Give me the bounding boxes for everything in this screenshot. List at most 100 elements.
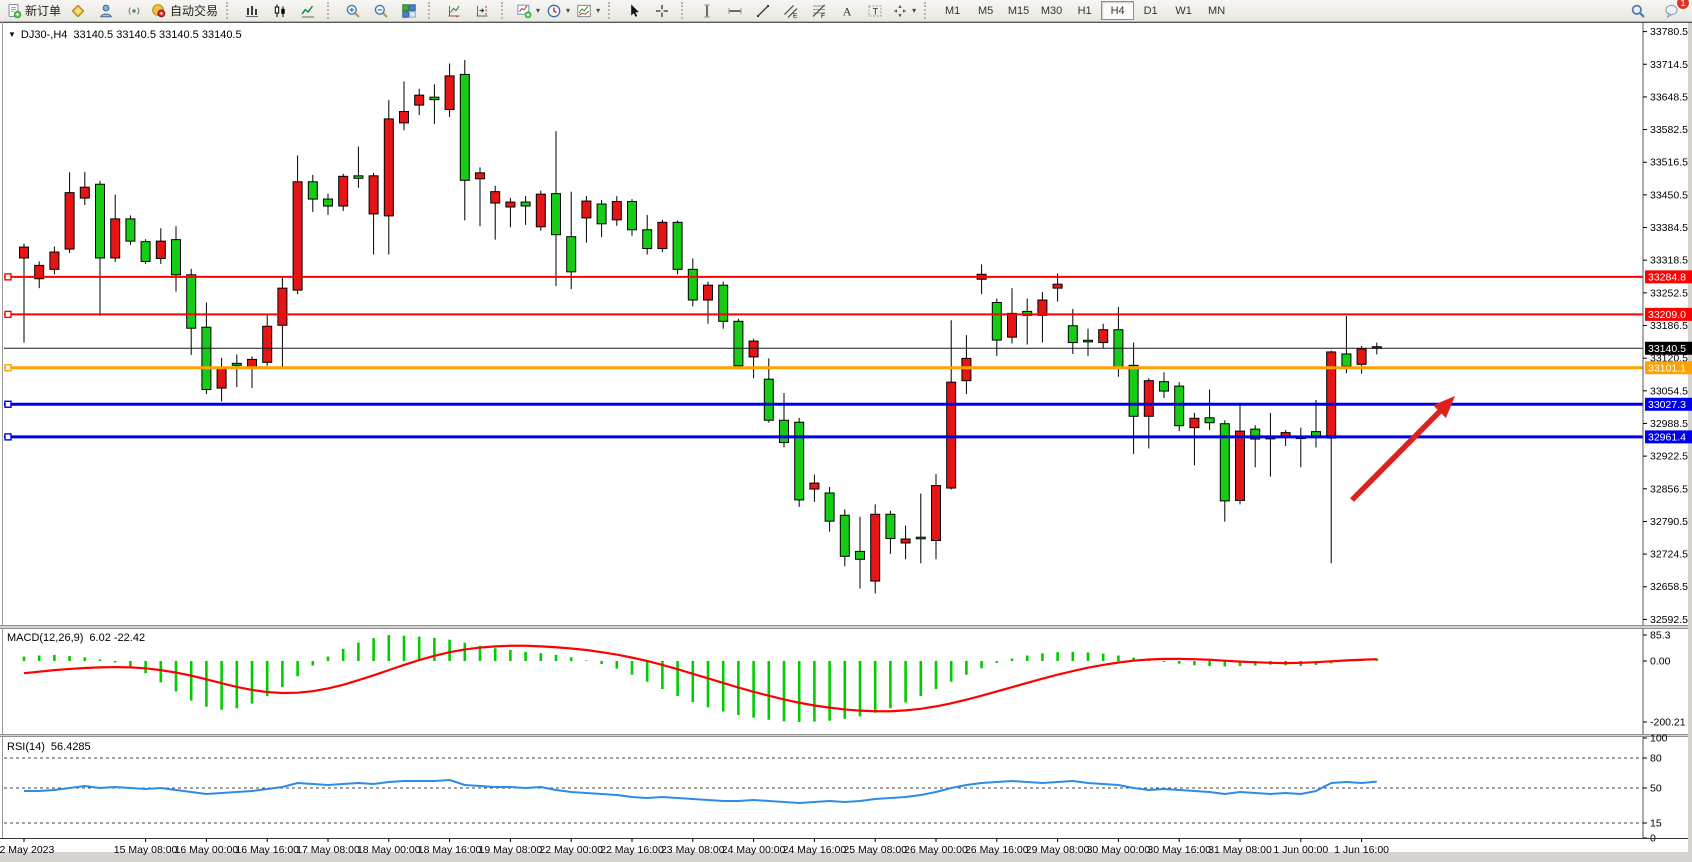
template-button[interactable]: ▾ [573, 0, 603, 21]
timeframe-w1-button[interactable]: W1 [1167, 1, 1200, 20]
notification-badge: 1 [1676, 0, 1690, 10]
hline-button[interactable] [721, 0, 749, 21]
signals-button[interactable] [120, 0, 148, 21]
timeframe-m5-button[interactable]: M5 [969, 1, 1002, 20]
candle-chart-button[interactable] [266, 0, 294, 21]
vline-icon [699, 3, 715, 19]
time-axis-label: 19 May 08:00 [479, 844, 543, 856]
price-axis-label: 33648.5 [1650, 91, 1688, 103]
dropdown-caret-icon[interactable]: ▾ [566, 6, 570, 15]
dropdown-caret-icon[interactable]: ▾ [912, 6, 916, 15]
time-axis-label: 31 May 08:00 [1208, 844, 1272, 856]
candle [901, 539, 910, 543]
rsi-name: RSI(14) [7, 741, 45, 753]
arrows-button[interactable]: ▾ [889, 0, 919, 21]
crosshair-button[interactable] [648, 0, 676, 21]
period-button[interactable]: ▾ [543, 0, 573, 21]
line-anchor-marker[interactable] [5, 365, 11, 371]
candle [460, 74, 469, 180]
newchart-icon [516, 3, 532, 19]
candle [1068, 326, 1077, 343]
macd-axis-label: 0.00 [1650, 655, 1671, 667]
collapse-icon[interactable]: ▼ [8, 30, 16, 39]
time-axis-label: 17 May 08:00 [296, 844, 360, 856]
time-axis-label: 16 May 16:00 [235, 844, 299, 856]
auto-scroll-button[interactable] [440, 0, 468, 21]
chart-window[interactable]: 33780.533714.533648.533582.533516.533450… [0, 22, 1692, 862]
candle [1038, 300, 1047, 315]
time-axis-label: 30 May 16:00 [1147, 844, 1211, 856]
line-anchor-marker[interactable] [5, 311, 11, 317]
bar-chart-button[interactable] [238, 0, 266, 21]
time-axis-label: 18 May 16:00 [418, 844, 482, 856]
timeframe-m15-button[interactable]: M15 [1002, 1, 1035, 20]
search-icon [1630, 3, 1646, 19]
svg-text:E: E [793, 12, 798, 19]
doc-plus-icon [6, 3, 22, 19]
candle [263, 326, 272, 362]
line-chart-button[interactable] [294, 0, 322, 21]
candle [80, 187, 89, 198]
timeframe-h4-button[interactable]: H4 [1101, 1, 1134, 20]
timeframe-h1-button[interactable]: H1 [1068, 1, 1101, 20]
candle [658, 222, 667, 248]
zoom-out-button[interactable] [367, 0, 395, 21]
dropdown-caret-icon[interactable]: ▾ [536, 6, 540, 15]
text-button[interactable]: A [833, 0, 861, 21]
candle [871, 514, 880, 581]
label-button[interactable]: T [861, 0, 889, 21]
time-axis-label: 24 May 16:00 [783, 844, 847, 856]
new-order-button[interactable]: 新订单 [3, 0, 64, 21]
time-axis-label: 15 May 08:00 [114, 844, 178, 856]
price-tag-label: 33284.8 [1648, 271, 1686, 283]
candle [1190, 418, 1199, 427]
person-icon [98, 3, 114, 19]
timeframe-d1-button[interactable]: D1 [1134, 1, 1167, 20]
vline-button[interactable] [693, 0, 721, 21]
line-anchor-marker[interactable] [5, 401, 11, 407]
toolbar-group: ▾ ▾ ▾ [510, 0, 606, 21]
candle [65, 193, 74, 249]
zoom-in-button[interactable] [339, 0, 367, 21]
time-axis-label: 25 May 08:00 [843, 844, 907, 856]
candle [1053, 284, 1062, 288]
candle [1160, 382, 1169, 391]
chat-button[interactable]: 1 [1658, 0, 1686, 21]
candle [932, 486, 941, 541]
timeframe-mn-button[interactable]: MN [1200, 1, 1233, 20]
chart-canvas[interactable]: 33780.533714.533648.533582.533516.533450… [0, 22, 1692, 862]
profile-button[interactable] [92, 0, 120, 21]
candle [552, 194, 561, 235]
new-order-button-label: 新订单 [25, 2, 61, 19]
candle [293, 182, 302, 290]
line-anchor-marker[interactable] [5, 274, 11, 280]
candle [1175, 386, 1184, 426]
price-axis-label: 32922.5 [1650, 451, 1688, 463]
line-anchor-marker[interactable] [5, 434, 11, 440]
linechart-icon [300, 3, 316, 19]
svg-text:F: F [821, 13, 825, 19]
timeframe-m30-button[interactable]: M30 [1035, 1, 1068, 20]
fibonacci-button[interactable]: F [805, 0, 833, 21]
dropdown-caret-icon[interactable]: ▾ [596, 6, 600, 15]
candle [324, 199, 333, 206]
search-button[interactable] [1624, 0, 1652, 21]
cursor-button[interactable] [620, 0, 648, 21]
charts-button[interactable] [64, 0, 92, 21]
autotrade-icon [151, 3, 167, 19]
candle [111, 219, 120, 258]
new-chart-button[interactable]: ▾ [513, 0, 543, 21]
toolbar-group: 新订单 自动交易 [0, 0, 224, 21]
candle [415, 95, 424, 105]
tile-windows-button[interactable] [395, 0, 423, 21]
toolbar-separator [501, 2, 508, 19]
channel-button[interactable]: E [777, 0, 805, 21]
price-tag-label: 33101.1 [1648, 362, 1686, 374]
candle [491, 192, 500, 203]
chart-shift-button[interactable] [468, 0, 496, 21]
price-axis-label: 33252.5 [1650, 287, 1688, 299]
timeframe-m1-button[interactable]: M1 [936, 1, 969, 20]
autotrade-button[interactable]: 自动交易 [148, 0, 221, 21]
trendline-button[interactable] [749, 0, 777, 21]
candle [96, 184, 105, 258]
